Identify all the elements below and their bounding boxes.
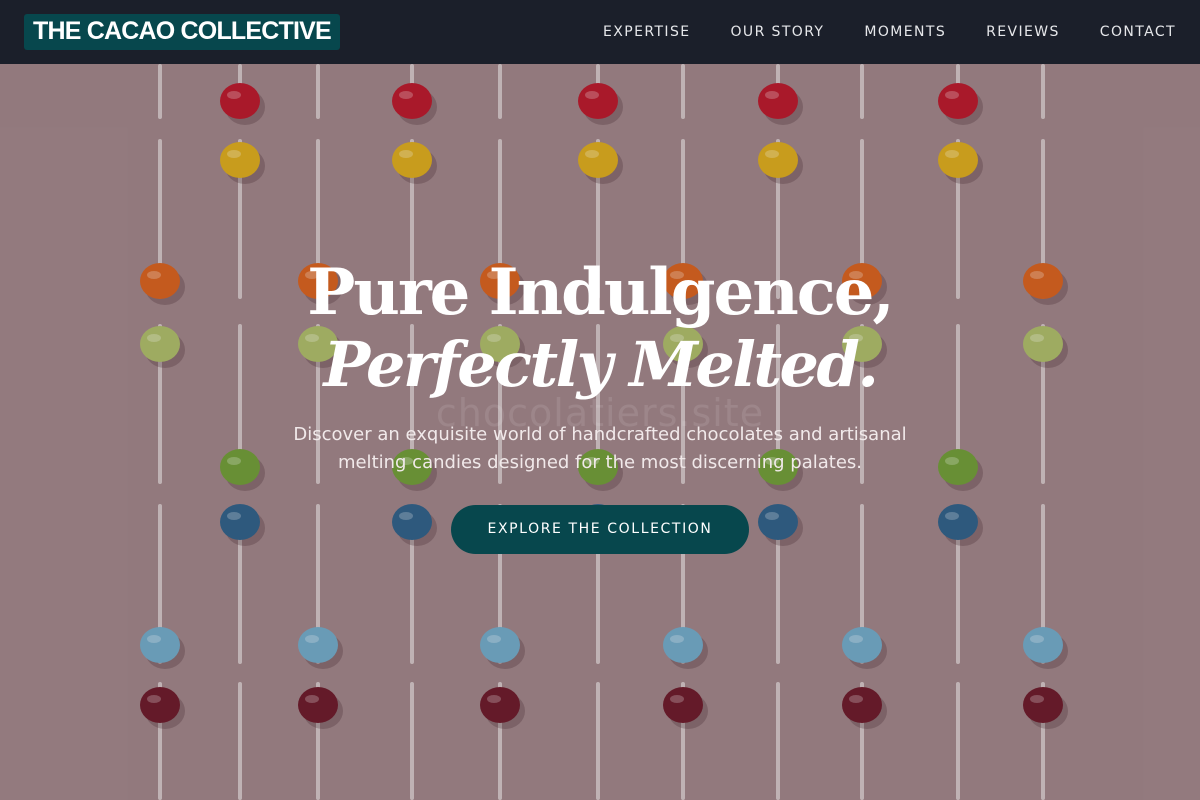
nav-link-moments[interactable]: MOMENTS [864,24,946,40]
top-navbar: THE CACAO COLLECTIVE EXPERTISE OUR STORY… [0,0,1200,64]
nav-link-expertise[interactable]: EXPERTISE [603,24,690,40]
hero-subtitle: Discover an exquisite world of handcraft… [293,424,907,473]
nav-link-reviews[interactable]: REVIEWS [986,24,1060,40]
nav-link-contact[interactable]: CONTACT [1100,24,1176,40]
brand-logo[interactable]: THE CACAO COLLECTIVE [24,14,340,50]
hero-headline: Pure Indulgence, Perfectly Melted. [0,257,1200,401]
explore-collection-button[interactable]: EXPLORE THE COLLECTION [451,505,749,554]
hero-content: chocolatiers.site Pure Indulgence, Perfe… [0,257,1200,554]
hero-section: chocolatiers.site Pure Indulgence, Perfe… [0,64,1200,800]
hero-headline-line1: Pure Indulgence, [307,255,894,330]
nav-links: EXPERTISE OUR STORY MOMENTS REVIEWS CONT… [563,24,1176,40]
hero-headline-line2: Perfectly Melted. [323,328,879,401]
nav-link-our-story[interactable]: OUR STORY [731,24,825,40]
